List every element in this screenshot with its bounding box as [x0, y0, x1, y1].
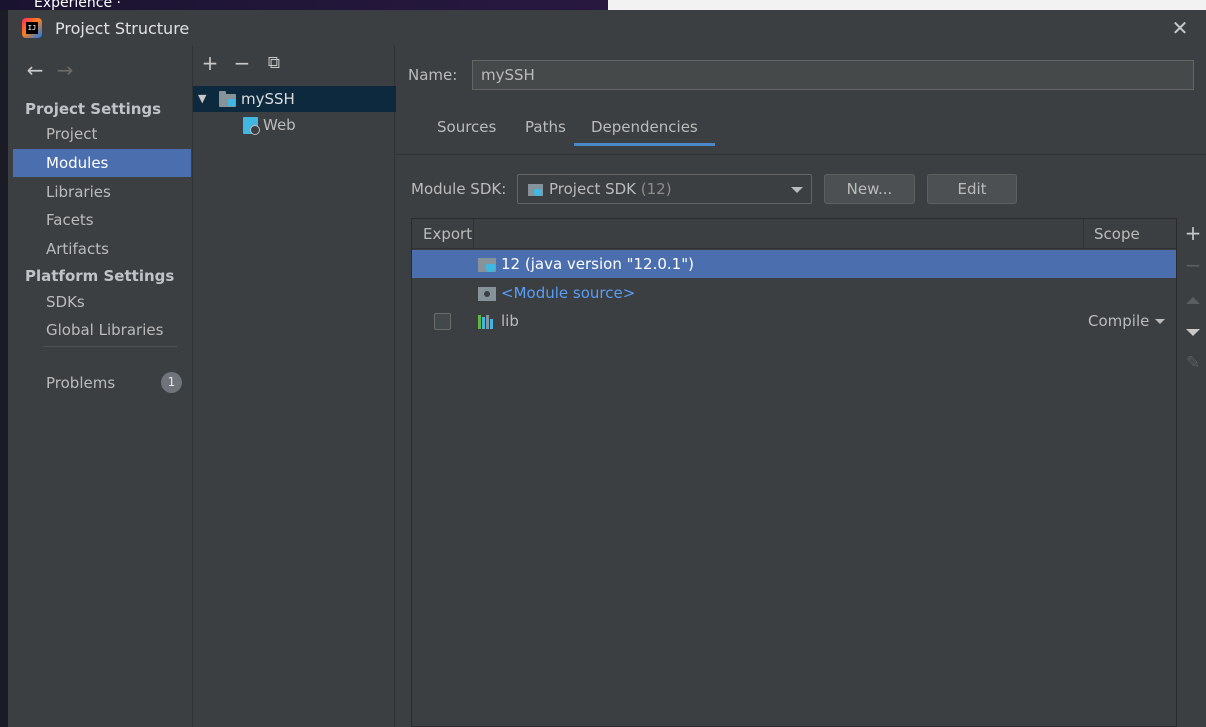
module-tree-panel: + − ⧉ ▼ mySSH Web — [192, 46, 396, 727]
desktop-strip — [0, 10, 8, 727]
tab-dependencies[interactable]: Dependencies — [574, 116, 715, 146]
sdk-name: Project SDK — [549, 180, 636, 198]
tab-divider — [396, 154, 1206, 155]
tree-toolbar: + − ⧉ — [193, 50, 396, 76]
move-up-button[interactable] — [1180, 286, 1206, 312]
sidebar-divider — [43, 346, 177, 347]
forward-arrow-icon[interactable]: → — [53, 58, 77, 82]
tab-paths[interactable]: Paths — [508, 116, 583, 146]
title-bar: Project Structure ✕ — [8, 10, 1206, 46]
module-folder-icon — [219, 91, 236, 107]
module-sdk-label: Module SDK: — [411, 180, 507, 198]
project-structure-dialog: Project Structure ✕ ← → Project Settings… — [8, 10, 1206, 727]
expanded-triangle-icon[interactable]: ▼ — [198, 86, 206, 112]
chevron-down-icon — [1155, 319, 1166, 324]
sidebar-item-project[interactable]: Project — [13, 120, 191, 148]
dependency-label: <Module source> — [501, 284, 636, 302]
library-icon — [478, 315, 496, 329]
table-row-lib[interactable]: lib Compile — [412, 307, 1176, 335]
back-arrow-icon[interactable]: ← — [23, 58, 47, 82]
edit-sdk-button[interactable]: Edit — [927, 174, 1017, 204]
sidebar-item-modules[interactable]: Modules — [13, 149, 191, 177]
sidebar-item-facets[interactable]: Facets — [13, 206, 191, 234]
tree-node-mySSH[interactable]: ▼ mySSH — [193, 86, 396, 112]
chevron-down-icon — [791, 187, 803, 193]
tree-node-label: mySSH — [241, 90, 295, 108]
move-down-button[interactable] — [1180, 318, 1206, 344]
table-row-module-source[interactable]: <Module source> — [412, 279, 1176, 307]
add-module-button[interactable]: + — [198, 50, 222, 76]
move-up-icon — [1186, 297, 1200, 304]
intellij-logo-icon — [22, 18, 42, 38]
sidebar-item-artifacts[interactable]: Artifacts — [13, 235, 191, 263]
sidebar-item-libraries[interactable]: Libraries — [13, 178, 191, 206]
copy-module-button[interactable]: ⧉ — [262, 50, 286, 76]
tree-node-label: Web — [263, 116, 296, 134]
jdk-icon — [528, 184, 543, 196]
move-down-icon — [1186, 329, 1200, 336]
add-dependency-button[interactable]: + — [1180, 220, 1206, 246]
table-row-jdk[interactable]: 12 (java version "12.0.1") — [412, 250, 1176, 278]
sdk-selected-value: Project SDK (12) — [549, 180, 672, 198]
module-source-icon — [478, 287, 496, 301]
tree-node-web[interactable]: Web — [193, 112, 396, 138]
remove-dependency-button[interactable]: − — [1180, 252, 1206, 278]
export-checkbox[interactable] — [434, 313, 451, 330]
scope-dropdown[interactable]: Compile — [1088, 307, 1166, 335]
module-sdk-dropdown[interactable]: Project SDK (12) — [517, 174, 812, 204]
tab-sources[interactable]: Sources — [420, 116, 513, 146]
module-name-input[interactable]: mySSH — [472, 60, 1194, 90]
dependency-label: 12 (java version "12.0.1") — [501, 255, 694, 273]
sdk-version: (12) — [640, 180, 672, 198]
jdk-icon — [478, 258, 496, 272]
name-label: Name: — [408, 66, 458, 84]
web-facet-icon — [243, 117, 260, 135]
edit-dependency-button[interactable]: ✎ — [1180, 350, 1206, 376]
new-sdk-button[interactable]: New... — [824, 174, 915, 204]
export-column-header[interactable]: Export — [423, 219, 472, 249]
dependency-label: lib — [501, 312, 519, 330]
scope-value: Compile — [1088, 312, 1150, 330]
desktop-window-edge — [608, 0, 1206, 10]
close-button[interactable]: ✕ — [1166, 16, 1194, 40]
column-separator — [1083, 219, 1084, 249]
sidebar-item-sdks[interactable]: SDKs — [13, 288, 191, 316]
column-separator — [473, 219, 474, 249]
window-title: Project Structure — [55, 19, 190, 38]
scope-column-header[interactable]: Scope — [1094, 219, 1140, 249]
table-header: Export Scope — [412, 219, 1176, 249]
module-settings-panel: Name: mySSH Sources Paths Dependencies M… — [396, 46, 1206, 727]
remove-module-button[interactable]: − — [230, 50, 254, 76]
dependencies-table: Export Scope 12 (java version "12.0.1") … — [411, 218, 1177, 727]
problems-count-badge: 1 — [161, 372, 182, 393]
settings-sidebar: ← → Project Settings Project Modules Lib… — [13, 46, 191, 727]
platform-settings-header: Platform Settings — [25, 267, 175, 285]
sidebar-item-global-libraries[interactable]: Global Libraries — [13, 316, 191, 344]
project-settings-header: Project Settings — [25, 100, 162, 118]
